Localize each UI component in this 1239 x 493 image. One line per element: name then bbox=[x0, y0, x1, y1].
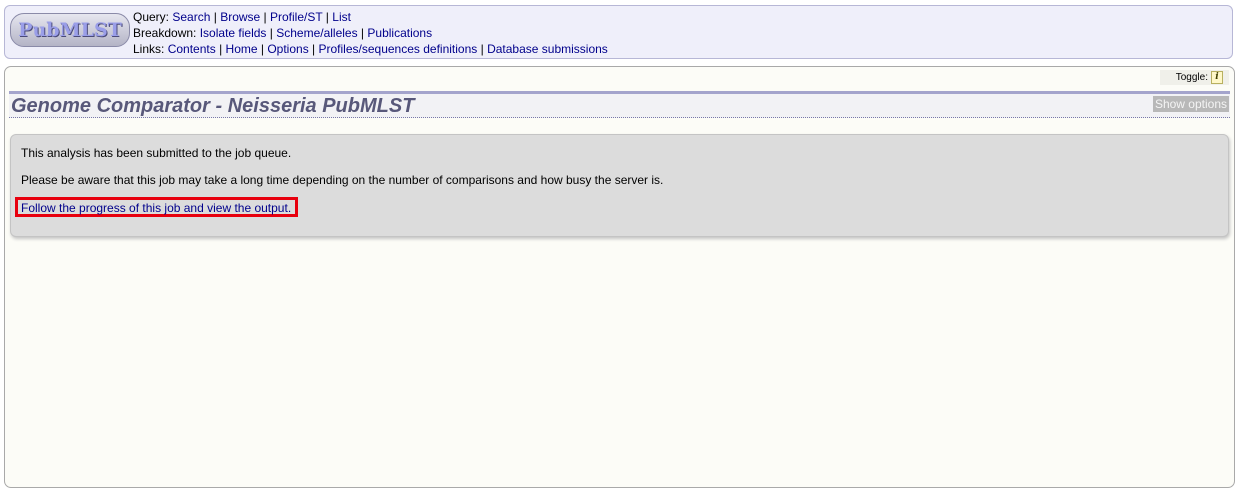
nav-separator: | bbox=[308, 42, 319, 56]
nav-link-search[interactable]: Search bbox=[172, 10, 210, 24]
nav-link-options[interactable]: Options bbox=[267, 42, 308, 56]
nav-link-profiles-sequences-definitions[interactable]: Profiles/sequences definitions bbox=[319, 42, 478, 56]
nav-row-query: Query: Search | Browse | Profile/ST | Li… bbox=[133, 9, 608, 25]
nav-separator: | bbox=[357, 26, 368, 40]
logo-text: PubMLST bbox=[18, 19, 122, 41]
nav-link-home[interactable]: Home bbox=[226, 42, 258, 56]
job-progress-link[interactable]: Follow the progress of this job and view… bbox=[21, 201, 291, 215]
pubmlst-logo[interactable]: PubMLST bbox=[10, 13, 130, 47]
site-header: PubMLST Query: Search | Browse | Profile… bbox=[4, 5, 1233, 59]
nav-link-contents[interactable]: Contents bbox=[168, 42, 216, 56]
nav-separator: | bbox=[210, 10, 221, 24]
nav-link-profile-st[interactable]: Profile/ST bbox=[270, 10, 322, 24]
nav-menu: Query: Search | Browse | Profile/ST | Li… bbox=[133, 9, 608, 57]
nav-link-browse[interactable]: Browse bbox=[220, 10, 260, 24]
nav-link-scheme-alleles[interactable]: Scheme/alleles bbox=[276, 26, 357, 40]
nav-separator: | bbox=[322, 10, 333, 24]
nav-links-label: Links: bbox=[133, 42, 165, 56]
show-options-button[interactable]: Show options bbox=[1152, 96, 1229, 112]
nav-query-label: Query: bbox=[133, 10, 170, 24]
toggle-label: Toggle: bbox=[1175, 72, 1208, 83]
nav-link-publications[interactable]: Publications bbox=[367, 26, 432, 40]
nav-row-breakdown: Breakdown: Isolate fields | Scheme/allel… bbox=[133, 25, 608, 41]
nav-separator: | bbox=[260, 10, 270, 24]
warning-message: Please be aware that this job may take a… bbox=[21, 173, 664, 187]
nav-link-database-submissions[interactable]: Database submissions bbox=[487, 42, 608, 56]
nav-link-isolate-fields[interactable]: Isolate fields bbox=[200, 26, 267, 40]
title-bar: Genome Comparator - Neisseria PubMLST Sh… bbox=[9, 91, 1230, 118]
nav-separator: | bbox=[477, 42, 488, 56]
nav-separator: | bbox=[257, 42, 268, 56]
nav-breakdown-label: Breakdown: bbox=[133, 26, 197, 40]
page-title: Genome Comparator - Neisseria PubMLST bbox=[11, 95, 415, 117]
nav-row-links: Links: Contents | Home | Options | Profi… bbox=[133, 41, 608, 57]
message-box: This analysis has been submitted to the … bbox=[10, 134, 1229, 237]
nav-separator: | bbox=[215, 42, 226, 56]
main-content: Toggle: i Genome Comparator - Neisseria … bbox=[4, 66, 1235, 488]
toggle-bar: Toggle: i bbox=[1160, 70, 1229, 85]
submitted-message: This analysis has been submitted to the … bbox=[21, 146, 292, 160]
nav-link-list[interactable]: List bbox=[332, 10, 351, 24]
info-toggle-icon[interactable]: i bbox=[1211, 71, 1223, 84]
nav-separator: | bbox=[266, 26, 277, 40]
